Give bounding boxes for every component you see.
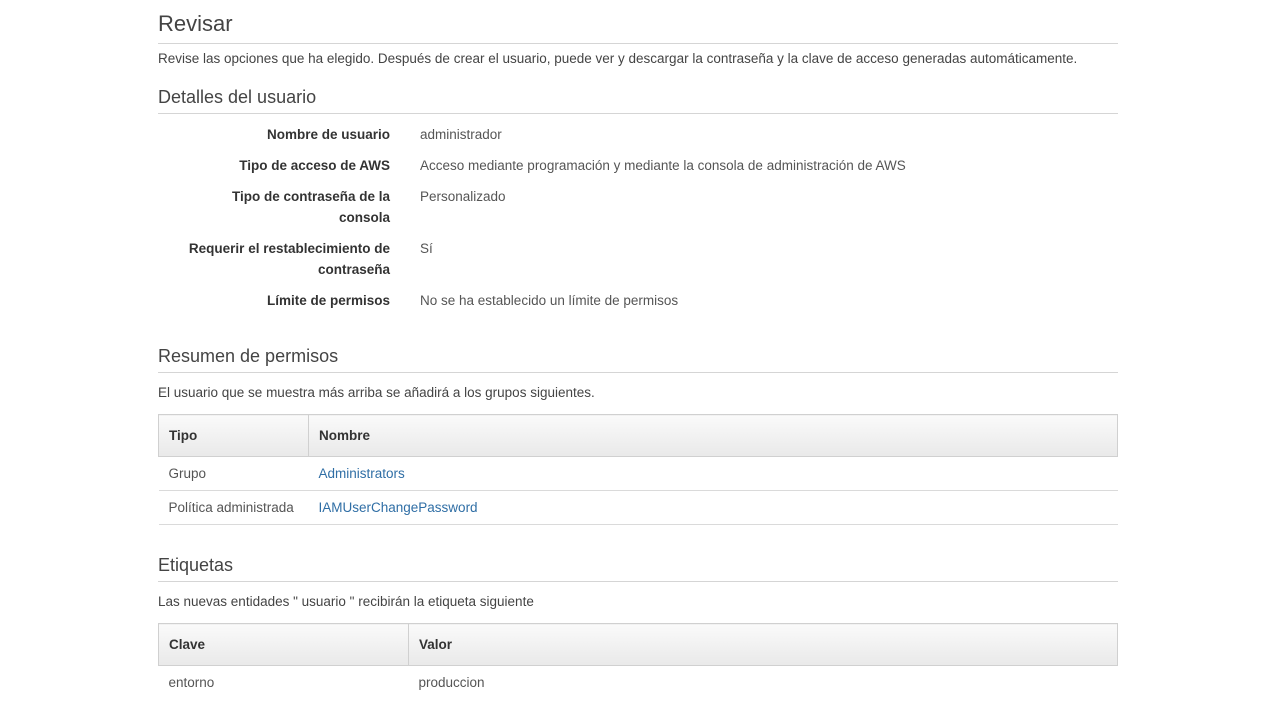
cell-value: produccion (418, 675, 485, 690)
permissions-title: Resumen de permisos (158, 346, 339, 366)
column-header-type[interactable]: Tipo (158, 414, 309, 457)
page-title: Revisar (158, 11, 233, 36)
detail-value: No se ha establecido un límite de permis… (420, 293, 679, 308)
detail-value: Sí (420, 241, 433, 256)
intro-text: Revise las opciones que ha elegido. Desp… (158, 51, 1078, 66)
detail-label-line: Tipo de contraseña de la (231, 189, 390, 204)
tags-divider (158, 581, 1118, 582)
cell-name: Administrators (308, 456, 1118, 491)
cell-name: IAMUserChangePassword (308, 490, 1118, 525)
detail-label: Tipo de acceso de AWS (239, 158, 390, 173)
table-row: Política administrada IAMUserChangePassw… (158, 490, 1118, 525)
detail-label-line: Requerir el restablecimiento de (188, 241, 390, 256)
permissions-table: Tipo Nombre Grupo Administrators Polític… (158, 414, 1118, 525)
detail-label: Límite de permisos (266, 293, 390, 308)
detail-value: Acceso mediante programación y mediante … (420, 158, 906, 173)
permissions-description: El usuario que se muestra más arriba se … (158, 385, 595, 400)
detail-label: Tipo de contraseña de la consola (158, 186, 390, 228)
cell-type: Política administrada (158, 490, 309, 525)
column-header-value[interactable]: Valor (408, 623, 1118, 666)
detail-label-line: consola (338, 210, 390, 225)
detail-value: Personalizado (420, 189, 506, 204)
table-header-row: Tipo Nombre (158, 414, 1118, 457)
detail-label: Requerir el restablecimiento de contrase… (158, 238, 390, 280)
table-row: entorno produccion (159, 666, 1118, 700)
tags-title: Etiquetas (158, 555, 234, 575)
cell-type: Grupo (158, 456, 309, 491)
column-header-key[interactable]: Clave (158, 623, 409, 666)
policy-link-iamuserchangepassword[interactable]: IAMUserChangePassword (319, 500, 478, 515)
column-header-name[interactable]: Nombre (308, 414, 1118, 457)
title-divider (158, 43, 1118, 44)
cell-key: entorno (168, 675, 215, 690)
user-details-title: Detalles del usuario (158, 87, 317, 107)
tags-description: Las nuevas entidades " usuario " recibir… (158, 594, 534, 609)
user-details-divider (158, 113, 1118, 114)
detail-label-line: contraseña (317, 262, 390, 277)
table-row: Grupo Administrators (158, 456, 1118, 491)
detail-label: Nombre de usuario (266, 127, 390, 142)
permissions-divider (158, 372, 1118, 373)
tags-table: Clave Valor entorno produccion (158, 623, 1118, 699)
group-link-administrators[interactable]: Administrators (319, 466, 405, 481)
table-header-row: Clave Valor (158, 623, 1118, 666)
detail-value: administrador (420, 127, 502, 142)
